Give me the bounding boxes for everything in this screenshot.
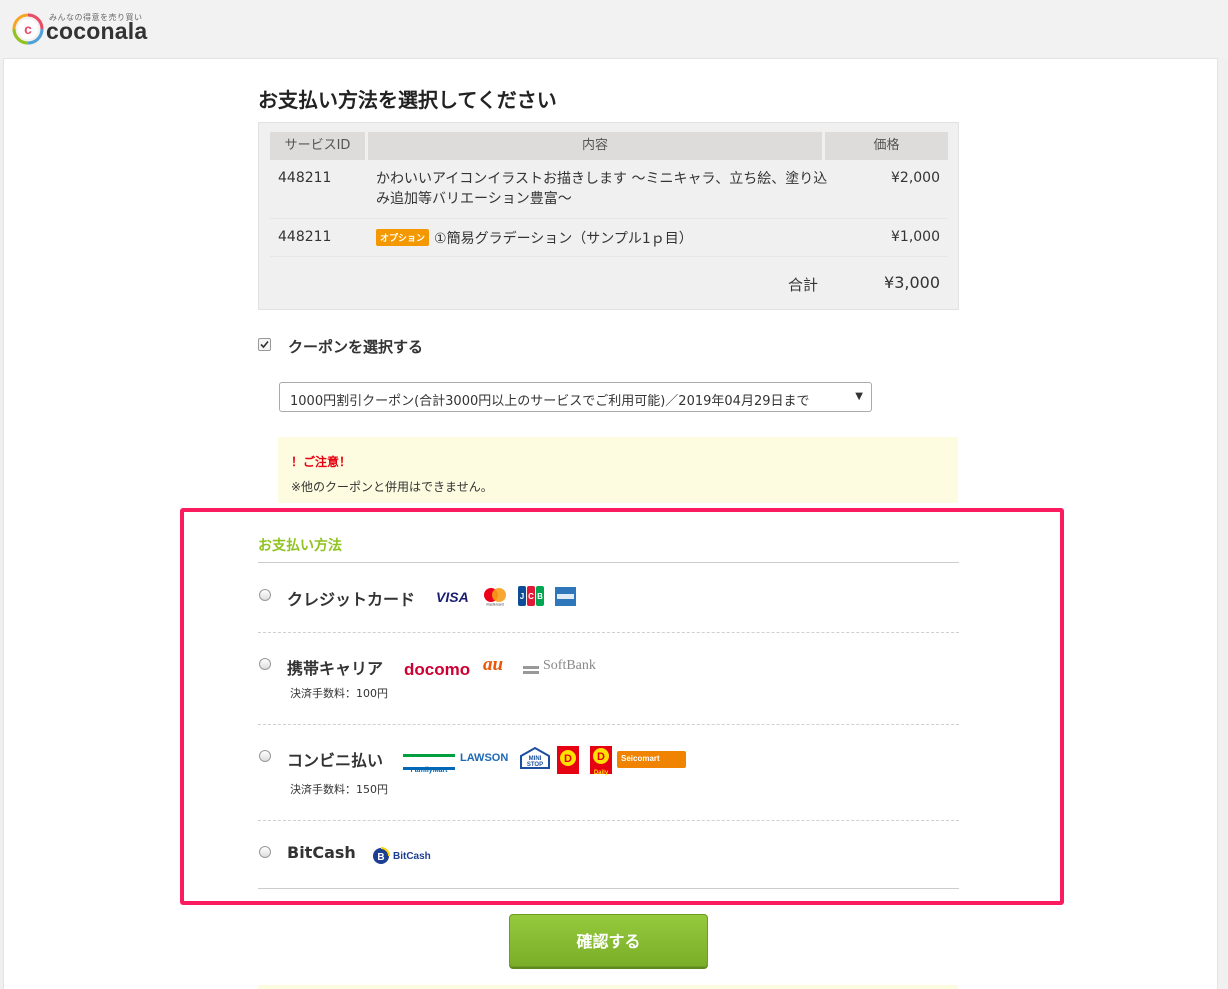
order-summary-table: サービスID 内容 価格 448211 かわいいアイコンイラストお描きします 〜… xyxy=(258,122,959,310)
header-price: 価格 xyxy=(825,132,948,160)
total-label: 合計 xyxy=(787,276,818,294)
coupon-checkbox-label[interactable]: クーポンを選択する xyxy=(288,336,423,357)
svg-text:D: D xyxy=(564,753,572,765)
familymart-text: FamilyMart xyxy=(410,767,448,774)
method-divider xyxy=(258,820,959,821)
notice-text: ※他のクーポンと併用はできません。 xyxy=(291,480,493,494)
total-value: ¥3,000 xyxy=(884,273,940,292)
svg-text:J: J xyxy=(520,592,524,601)
row1-price: ¥2,000 xyxy=(891,170,940,186)
visa-logo-icon: VISA xyxy=(436,589,469,605)
row-divider xyxy=(270,256,948,257)
docomo-logo-icon: docomo xyxy=(404,660,471,679)
row1-service-id: 448211 xyxy=(278,170,332,186)
convenience-store-fee: 決済手数料：150円 xyxy=(290,783,388,796)
row2-description-wrap: オプション ①簡易グラデーション（サンプル1ｐ目） xyxy=(376,228,693,248)
mastercard-logo-icon: mastercard xyxy=(481,586,509,610)
svg-text:D: D xyxy=(597,751,605,763)
seicomart-logo-icon: Seicomart xyxy=(617,751,686,768)
notice-title: ！ご注意！ xyxy=(291,455,352,469)
svg-text:B: B xyxy=(537,592,543,601)
checkmark-icon xyxy=(260,340,269,349)
daily-yamazaki-logo-icon: D Daily xyxy=(590,746,612,776)
carrier-fee: 決済手数料：100円 xyxy=(290,687,388,700)
payment-section-title: お支払い方法 xyxy=(258,538,342,554)
coupon-selected-option: 1000円割引クーポン(合計3000円以上のサービスでご利用可能)／2019年0… xyxy=(290,394,810,409)
left-page-edge xyxy=(0,58,4,989)
svg-text:STOP: STOP xyxy=(527,762,543,768)
row-divider xyxy=(270,218,948,219)
row2-description: ①簡易グラデーション（サンプル1ｐ目） xyxy=(434,231,693,247)
ministop-logo-icon: MINI STOP xyxy=(519,746,551,774)
credit-card-label[interactable]: クレジットカード xyxy=(287,586,415,610)
svg-text:B: B xyxy=(377,852,384,863)
header-content: 内容 xyxy=(368,132,822,160)
bitcash-label[interactable]: BitCash xyxy=(287,843,356,862)
page-title: お支払い方法を選択してください xyxy=(258,88,557,112)
coupon-select[interactable]: 1000円割引クーポン(合計3000円以上のサービスでご利用可能)／2019年0… xyxy=(279,382,872,412)
coupon-notice: ！ご注意！ ※他のクーポンと併用はできません。 xyxy=(278,437,958,503)
daily-text: Daily xyxy=(593,770,609,776)
method-divider xyxy=(258,724,959,725)
row2-price: ¥1,000 xyxy=(891,229,940,245)
section-divider xyxy=(258,562,959,563)
method-divider xyxy=(258,632,959,633)
credit-card-radio[interactable] xyxy=(259,589,271,601)
lawson-logo-icon: LAWSON xyxy=(460,752,509,764)
coconala-logo-icon[interactable]: c xyxy=(12,13,44,45)
svg-text:C: C xyxy=(528,592,534,601)
bottom-notice-strip xyxy=(258,985,958,989)
confirm-button[interactable]: 確認する xyxy=(509,914,708,967)
bitcash-logo-text: BitCash xyxy=(393,851,431,862)
au-logo-icon: au xyxy=(483,654,504,675)
header-service-id: サービスID xyxy=(270,132,365,160)
daily-d-icon: D xyxy=(593,748,609,764)
amex-logo-icon xyxy=(555,587,576,610)
convenience-store-label[interactable]: コンビニ払い xyxy=(287,747,383,771)
yamazaki-logo-icon: D xyxy=(557,746,579,778)
coupon-checkbox[interactable] xyxy=(258,338,271,351)
right-page-edge xyxy=(1217,58,1228,989)
site-header: c みんなの得意を売り買い coconala xyxy=(0,0,1228,59)
svg-text:mastercard: mastercard xyxy=(486,603,504,607)
softbank-mark-icon xyxy=(523,660,539,679)
option-badge: オプション xyxy=(376,229,430,246)
bitcash-logo-icon: B xyxy=(372,847,390,869)
row2-service-id: 448211 xyxy=(278,229,332,245)
logo-wordmark[interactable]: coconala xyxy=(46,18,147,45)
section-divider xyxy=(258,888,959,889)
softbank-logo-text: SoftBank xyxy=(543,658,596,673)
carrier-radio[interactable] xyxy=(259,658,271,670)
familymart-logo-icon: FamilyMart xyxy=(403,754,455,774)
convenience-store-radio[interactable] xyxy=(259,750,271,762)
seicomart-text: Seicomart xyxy=(621,754,660,763)
svg-text:c: c xyxy=(24,21,32,37)
chevron-down-icon: ▼ xyxy=(855,391,863,402)
carrier-label[interactable]: 携帯キャリア xyxy=(287,655,383,679)
jcb-logo-icon: JCB xyxy=(518,586,544,610)
row1-description: かわいいアイコンイラストお描きします 〜ミニキャラ、立ち絵、塗り込み追加等バリエ… xyxy=(376,171,828,207)
bitcash-radio[interactable] xyxy=(259,846,271,858)
